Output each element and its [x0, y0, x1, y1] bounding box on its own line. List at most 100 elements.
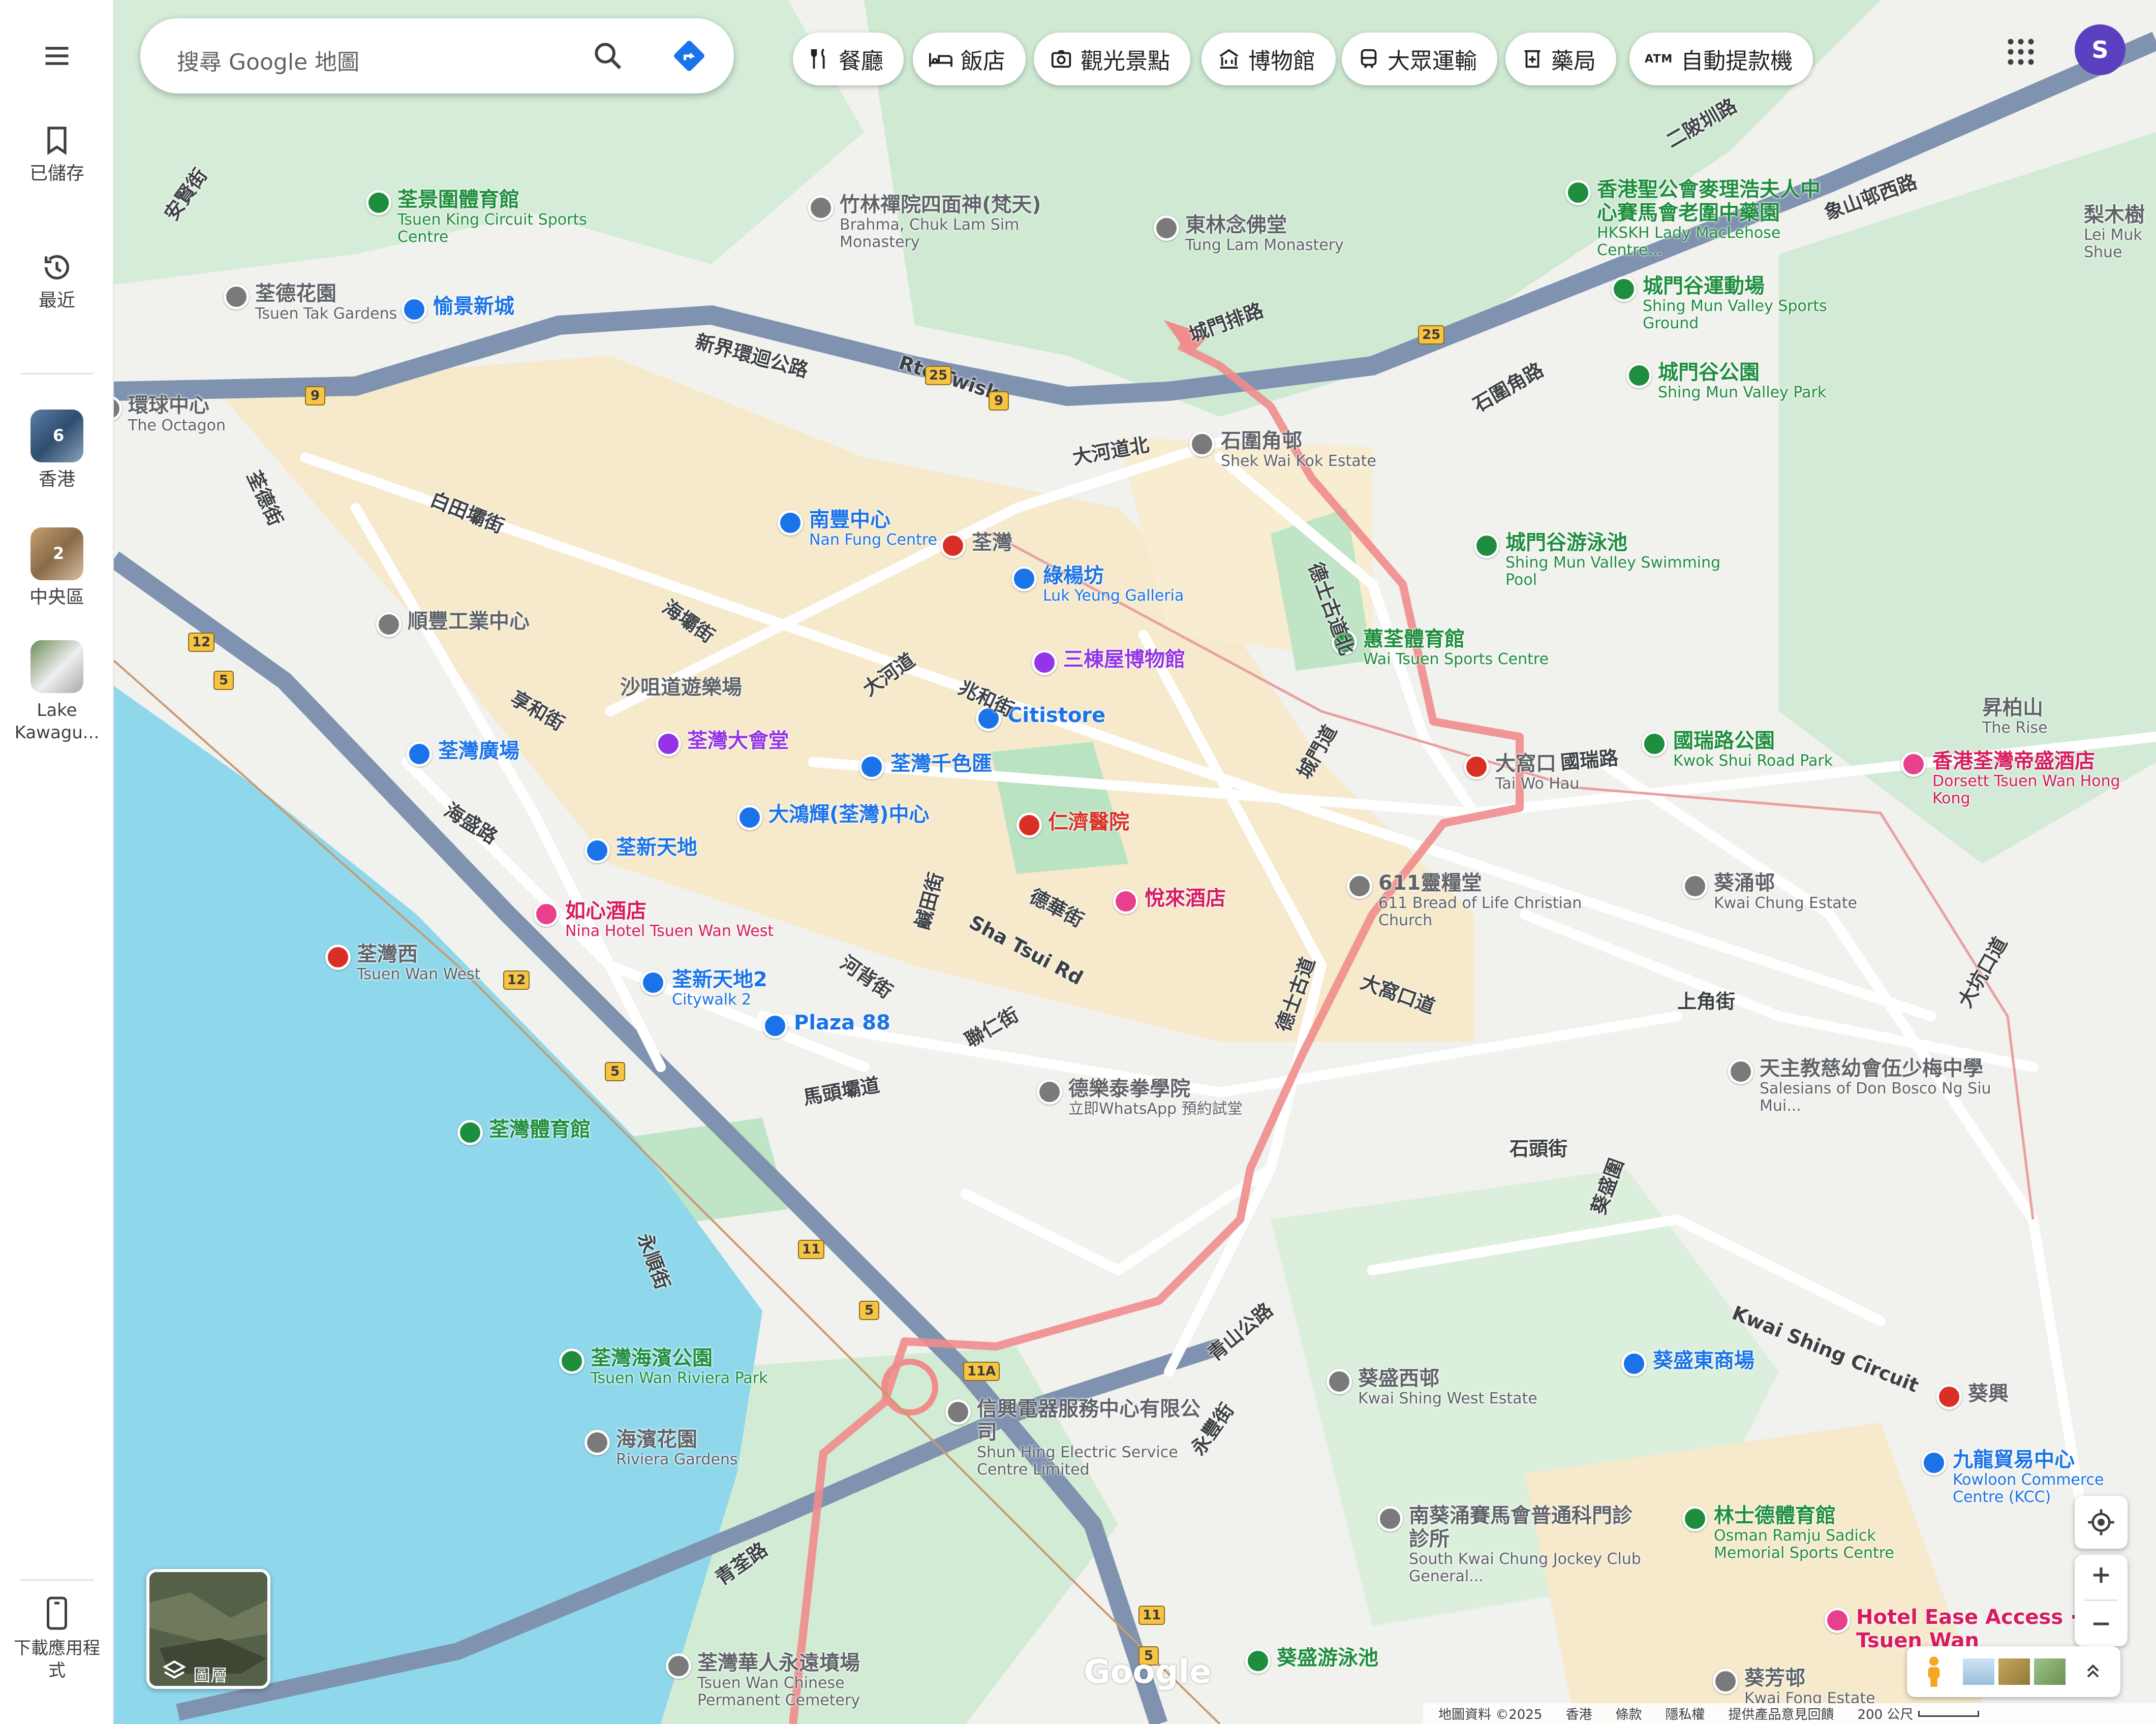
place-name-zh: 城門谷游泳池	[1505, 531, 1627, 554]
scale-bar[interactable]: 200 公尺	[1858, 1704, 1980, 1723]
chip-attractions[interactable]: 觀光景點	[1034, 33, 1190, 85]
map-place-ad[interactable]: 德樂泰拳學院 立即WhatsApp 預約試堂	[1037, 1077, 1243, 1118]
map-place-park[interactable]: 城門谷公園 Shing Mun Valley Park	[1626, 361, 1826, 401]
directions-icon[interactable]	[672, 39, 706, 73]
map-place-shop[interactable]: 愉景新城	[402, 295, 514, 322]
chip-museum[interactable]: 博物館	[1202, 33, 1336, 85]
account-avatar[interactable]: S	[2075, 24, 2126, 75]
place-name-zh: 荃灣體育館	[489, 1118, 591, 1141]
transit-icon	[1361, 49, 1377, 69]
recent-button[interactable]: 最近	[0, 251, 114, 312]
map-place-poi[interactable]: 荃灣華人永遠墳場 Tsuen Wan Chinese Permanent Ceme…	[666, 1651, 930, 1709]
place-name-en: Osman Ramju Sadick Memorial Sports Centr…	[1714, 1527, 1894, 1562]
map-place-poi[interactable]: 海濱花園 Riviera Gardens	[584, 1428, 738, 1468]
street-view-thumbnail[interactable]	[2034, 1658, 2066, 1685]
map-place-hotel[interactable]: 悅來酒店	[1113, 887, 1226, 914]
bookmark-icon	[47, 127, 67, 155]
place-name-zh: 順豐工業中心	[408, 610, 530, 633]
search-input[interactable]: 搜尋 Google 地圖	[177, 44, 359, 76]
map-place-sports[interactable]: 林士德體育館 Osman Ramju Sadick Memorial Sports…	[1682, 1504, 1947, 1562]
map-place-shop[interactable]: 荃灣千色匯	[859, 752, 992, 779]
place-name: 仁濟醫院	[1048, 810, 1129, 834]
region-link[interactable]: 香港	[1565, 1704, 1592, 1723]
terms-link[interactable]: 條款	[1615, 1704, 1642, 1723]
chip-pharmacy[interactable]: 藥局	[1505, 33, 1616, 85]
map-place-shop[interactable]: 荃灣廣場	[407, 739, 519, 767]
chevron-up-icon[interactable]	[2083, 1662, 2103, 1682]
chip-restaurant[interactable]: 餐廳	[793, 33, 904, 85]
map-place-sports[interactable]: 葵盛游泳池	[1245, 1646, 1378, 1674]
map-place-mtr[interactable]: 葵興	[1936, 1382, 2009, 1409]
place-name: 荃灣千色匯	[890, 752, 992, 775]
map-place-shop[interactable]: Plaza 88	[762, 1011, 890, 1039]
recent-place-central[interactable]: 2 中央區	[0, 527, 114, 609]
map-place-park[interactable]: 國瑞路公園 Kwok Shui Road Park	[1642, 729, 1833, 770]
map-place-temple[interactable]: 東林念佛堂 Tung Lam Monastery	[1154, 213, 1344, 254]
map-place-museum[interactable]: 三棟屋博物館	[1032, 648, 1185, 675]
saved-button[interactable]: 已儲存	[0, 124, 114, 185]
map-place-poi[interactable]: 石圍角邨 Shek Wai Kok Estate	[1189, 429, 1376, 470]
place-name: 如心酒店 Nina Hotel Tsuen Wan West	[565, 899, 774, 940]
map-place-shop[interactable]: 大鴻輝(荃灣)中心	[737, 803, 930, 830]
map-place-church[interactable]: 611靈糧堂 611 Bread of Life Christian Church	[1347, 871, 1611, 929]
map-place-hotel[interactable]: Hotel Ease Access · Tsuen Wan	[1825, 1606, 2089, 1652]
layers-button[interactable]: 圖層	[146, 1569, 270, 1689]
map-place-shop[interactable]: 葵盛東商場	[1621, 1349, 1754, 1376]
map-place-clinic[interactable]: 南葵涌賽馬會普通科門診診所 South Kwai Chung Jockey Clu…	[1377, 1504, 1642, 1585]
map-place-sports[interactable]: 荃景圍體育館 Tsuen King Circuit Sports Centre	[366, 188, 630, 246]
map-place-sports[interactable]: 城門谷游泳池 Shing Mun Valley Swimming Pool	[1474, 531, 1738, 589]
map-place-sports[interactable]: 荃灣體育館	[457, 1118, 591, 1145]
search-icon[interactable]	[592, 40, 624, 72]
map-place-garden[interactable]: 香港聖公會麥理浩夫人中心賽馬會老圍中藥園 HKSKH Lady MacLehose…	[1565, 178, 1830, 259]
map-place-hotel[interactable]: 如心酒店 Nina Hotel Tsuen Wan West	[534, 899, 774, 940]
place-name-zh: 香港荃灣帝盛酒店	[1932, 749, 2095, 773]
map-canvas[interactable]: 荃景圍體育館 Tsuen King Circuit Sports Centre 竹林…	[0, 0, 2156, 1724]
zoom-in-icon[interactable]	[2088, 1562, 2114, 1588]
place-name-en: Wai Tsuen Sports Centre	[1363, 650, 1549, 668]
privacy-link[interactable]: 隱私權	[1665, 1704, 1705, 1723]
chip-atm[interactable]: ATM 自動提款機	[1629, 33, 1813, 85]
apps-grid-icon[interactable]	[2006, 37, 2036, 67]
map-place-poi[interactable]: 葵芳邨 Kwai Fong Estate	[1713, 1667, 1875, 1707]
map-place-poi[interactable]: 葵涌邨 Kwai Chung Estate	[1682, 871, 1857, 912]
feedback-link[interactable]: 提供產品意見回饋	[1728, 1704, 1834, 1723]
map-place-poi[interactable]: 環球中心 The Octagon	[97, 394, 226, 434]
map-place-mtr[interactable]: 荃灣	[940, 531, 1012, 558]
recent-place-hongkong[interactable]: 6 香港	[0, 410, 114, 491]
mtr-pin-icon	[1936, 1384, 1962, 1409]
map-place-shop[interactable]: 南豐中心 Nan Fung Centre	[778, 508, 937, 549]
map-place-mtr[interactable]: 荃灣西 Tsuen Wan West	[325, 943, 480, 983]
map-place-hospital[interactable]: 仁濟醫院	[1017, 810, 1129, 838]
map-place-shop[interactable]: 綠楊坊 Luk Yeung Galleria	[1011, 564, 1184, 605]
download-app-button[interactable]: 下載應用程式	[0, 1595, 114, 1682]
route-shield-icon: 11	[1138, 1606, 1165, 1625]
place-name-zh: 天主教慈幼會伍少梅中學	[1760, 1057, 1983, 1080]
chip-transit[interactable]: 大眾運輸	[1342, 33, 1497, 85]
map-place-park[interactable]: 荃灣海濱公園 Tsuen Wan Riviera Park	[559, 1346, 768, 1387]
map-place-sports[interactable]: 蕙荃體育館 Wai Tsuen Sports Centre	[1332, 628, 1549, 668]
map-place-shop[interactable]: 荃新天地	[584, 836, 697, 863]
map-place-hall[interactable]: 荃灣大會堂	[656, 729, 789, 757]
map-place-poi[interactable]: 順豐工業中心	[376, 610, 530, 637]
zoom-out-icon[interactable]	[2088, 1611, 2114, 1637]
pegman-icon[interactable]	[1921, 1655, 1947, 1688]
place-name-zh: 綠楊坊	[1043, 564, 1104, 587]
map-place-shop[interactable]: 荃新天地2 Citywalk 2	[640, 968, 767, 1009]
map-place-school[interactable]: 天主教慈幼會伍少梅中學 Salesians of Don Bosco Ng Siu…	[1728, 1057, 1992, 1115]
search-box[interactable]: 搜尋 Google 地圖	[140, 18, 734, 93]
place-name-zh: 葵盛西邨	[1358, 1367, 1439, 1390]
chip-label: 自動提款機	[1681, 48, 1793, 74]
chip-hotel[interactable]: 飯店	[913, 33, 1026, 85]
map-place-poi[interactable]: 荃德花園 Tsuen Tak Gardens	[224, 282, 397, 323]
my-location-button[interactable]	[2075, 1496, 2128, 1549]
map-place-hotel[interactable]: 香港荃灣帝盛酒店 Dorsett Tsuen Wan Hong Kong	[1901, 749, 2156, 807]
map-place-temple[interactable]: 竹林禪院四面神(梵天) Brahma, Chuk Lam Sim Monaster…	[808, 193, 1072, 251]
map-place-poi[interactable]: 信興電器服務中心有限公司 Shun Hing Electric Service C…	[945, 1397, 1210, 1479]
map-place-sports[interactable]: 城門谷運動場 Shing Mun Valley Sports Ground	[1611, 274, 1875, 332]
satellite-mini-thumbnail[interactable]	[1998, 1658, 2030, 1685]
terrain-thumbnail[interactable]	[1963, 1658, 1994, 1685]
map-place-poi[interactable]: 葵盛西邨 Kwai Shing West Estate	[1327, 1367, 1537, 1407]
menu-button[interactable]	[0, 41, 114, 71]
recent-place-lake-kawaguchi[interactable]: Lake Kawagu...	[0, 640, 114, 744]
map-place-label: 昇柏山 The Rise	[1982, 696, 2048, 737]
